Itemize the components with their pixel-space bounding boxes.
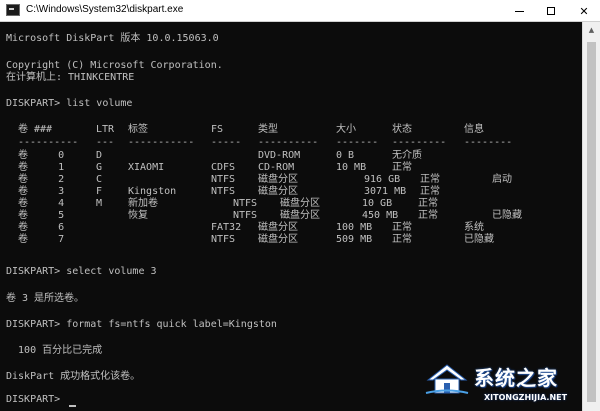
minimize-icon — [514, 10, 524, 12]
close-icon: ✕ — [579, 4, 589, 18]
diskpart-version-line: Microsoft DiskPart 版本 10.0.15063.0 — [6, 33, 219, 44]
command-prompt[interactable]: DISKPART> — [6, 393, 66, 407]
table-header-volume-number: 卷 ### — [18, 124, 53, 135]
house-logo-icon — [425, 364, 469, 394]
table-cell-volume-size: 10 MB — [336, 162, 367, 173]
table-separator: ---------- — [258, 137, 319, 148]
table-header-volume-size: 大小 — [336, 124, 356, 135]
watermark-text: 系统之家 — [474, 366, 558, 390]
computer-name-line: 在计算机上: THINKCENTRE — [6, 72, 135, 83]
table-separator: --- — [96, 137, 115, 148]
console-output[interactable]: Microsoft DiskPart 版本 10.0.15063.0 Copyr… — [0, 22, 582, 411]
table-header-volume-label: 标签 — [128, 124, 148, 135]
scroll-thumb[interactable] — [587, 42, 596, 402]
format-command: DISKPART> format fs=ntfs quick label=Kin… — [6, 319, 277, 330]
table-separator: ------- — [336, 137, 379, 148]
select-volume-command: DISKPART> select volume 3 — [6, 266, 157, 277]
title-bar[interactable]: C:\Windows\System32\diskpart.exe ✕ — [0, 0, 600, 22]
table-header-volume-type: 类型 — [258, 124, 278, 135]
table-header-file-system: FS — [211, 124, 224, 135]
scroll-up-arrow-icon[interactable]: ▲ — [583, 22, 600, 38]
table-header-volume-info: 信息 — [464, 124, 484, 135]
format-result-line: DiskPart 成功格式化该卷。 — [6, 371, 141, 382]
table-header-volume-status: 状态 — [392, 124, 412, 135]
table-separator: ---------- — [18, 137, 79, 148]
console-icon[interactable] — [6, 4, 20, 16]
maximize-button[interactable] — [536, 0, 566, 22]
table-cell-volume-label: XIAOMI — [128, 162, 165, 173]
window-title: C:\Windows\System32\diskpart.exe — [26, 4, 184, 15]
maximize-icon — [547, 7, 555, 15]
table-separator: -------- — [464, 137, 513, 148]
table-cell-volume-label: 恢复 — [128, 210, 148, 221]
console-window: C:\Windows\System32\diskpart.exe ✕ Micro… — [0, 0, 600, 411]
vertical-scrollbar[interactable]: ▲ — [582, 22, 600, 411]
table-cell-volume-info: 启动 — [492, 174, 512, 185]
table-separator: ----------- — [128, 137, 195, 148]
table-separator: ----- — [211, 137, 242, 148]
table-cell-file-system: NTFS — [211, 186, 236, 197]
table-cell-file-system: NTFS — [211, 234, 236, 245]
close-button[interactable]: ✕ — [568, 0, 600, 22]
table-header-drive-letter: LTR — [96, 124, 115, 135]
format-progress-line: 100 百分比已完成 — [6, 345, 103, 356]
table-cell-volume-status: 正常 — [418, 210, 438, 221]
list-volume-command: DISKPART> list volume — [6, 98, 133, 109]
select-result-line: 卷 3 是所选卷。 — [6, 293, 85, 304]
table-cell-volume-info: 已隐藏 — [492, 210, 522, 221]
table-cell-drive-letter: M — [96, 198, 103, 209]
table-cell-volume-info: 已隐藏 — [464, 234, 494, 245]
table-cell-volume-status: 正常 — [392, 234, 412, 245]
watermark-url: XITONGZHIJIA.NET — [484, 393, 568, 402]
minimize-button[interactable] — [504, 0, 534, 22]
watermark: 系统之家 XITONGZHIJIA.NET — [424, 360, 600, 411]
table-cell-volume-number: 卷 7 — [18, 234, 65, 245]
text-cursor — [69, 405, 76, 407]
table-cell-volume-type: 磁盘分区 — [258, 234, 298, 245]
table-cell-volume-size: 509 MB — [336, 234, 373, 245]
table-separator: --------- — [392, 137, 447, 148]
